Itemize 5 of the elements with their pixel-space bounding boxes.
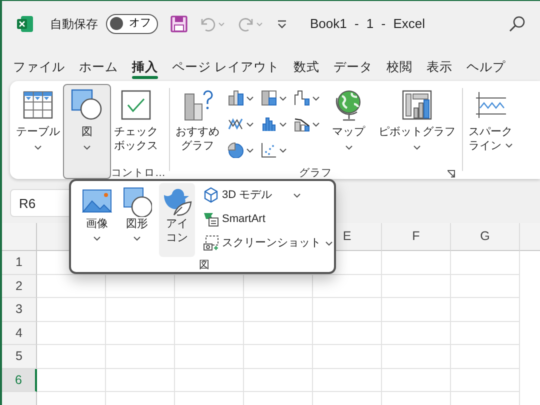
group-label: グラフ	[172, 167, 458, 179]
group-label: コントロ…	[111, 167, 166, 179]
group-label: 図	[198, 259, 211, 272]
autosave-label: 自動保存	[50, 16, 98, 32]
window-title: Book1 - 1 - Excel	[310, 14, 425, 33]
